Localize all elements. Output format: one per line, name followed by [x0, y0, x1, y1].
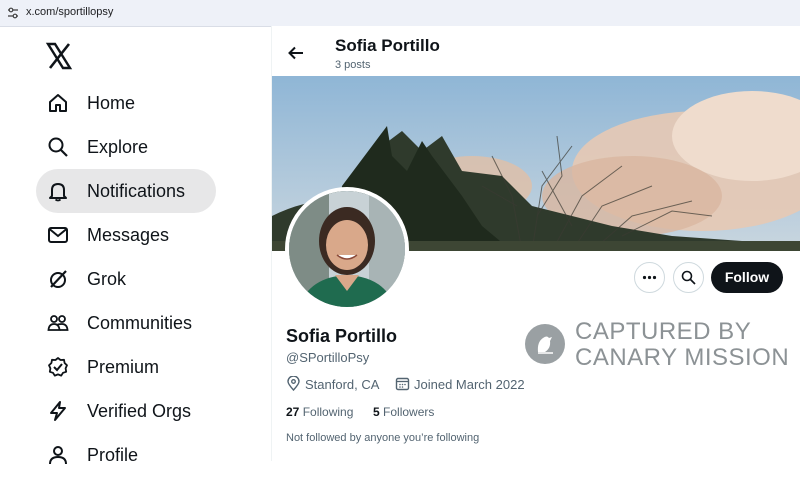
x-logo-icon[interactable] — [44, 41, 74, 71]
sidebar-item-communities[interactable]: Communities — [36, 301, 216, 345]
sidebar-item-label: Communities — [87, 313, 193, 333]
search-icon — [681, 270, 696, 285]
verified-badge-icon — [48, 357, 68, 377]
sidebar-item-verified-orgs[interactable]: Verified Orgs — [36, 389, 216, 433]
search-profile-button[interactable] — [673, 262, 704, 293]
watermark-line-1: CAPTURED BY — [575, 318, 752, 345]
profile-name: Sofia Portillo — [286, 326, 398, 346]
calendar-icon — [395, 377, 410, 391]
back-arrow-icon[interactable] — [286, 43, 306, 63]
sidebar-item-notifications[interactable]: Notifications — [36, 169, 216, 213]
watermark-line-2: CANARY MISSION — [575, 344, 790, 371]
more-dots-icon — [642, 275, 657, 280]
sidebar: Home Explore Notifications Messages Grok… — [0, 26, 270, 465]
joined-text: Joined March 2022 — [414, 377, 525, 392]
person-icon — [49, 446, 67, 465]
location-pin-icon — [287, 376, 300, 391]
followers-count: 5 — [373, 405, 380, 419]
grok-icon — [50, 270, 67, 288]
following-label: Following — [302, 405, 354, 419]
sidebar-item-label: Premium — [87, 357, 160, 377]
post-count: 3 posts — [335, 59, 371, 71]
watermark: CAPTURED BY CANARY MISSION — [525, 318, 790, 374]
profile-header: Sofia Portillo 3 posts — [272, 26, 800, 76]
sidebar-item-label: Profile — [87, 445, 139, 465]
lightning-icon — [50, 401, 66, 421]
bell-icon — [49, 183, 67, 202]
avatar-photo — [289, 191, 405, 307]
canary-logo-icon — [525, 324, 565, 364]
sidebar-item-grok[interactable]: Grok — [36, 257, 216, 301]
browser-address-bar[interactable]: x.com/sportillopsy — [0, 0, 800, 27]
sidebar-item-label: Explore — [87, 137, 149, 157]
url-text[interactable]: x.com/sportillopsy — [26, 6, 113, 18]
location-text: Stanford, CA — [305, 377, 380, 392]
sidebar-item-premium[interactable]: Premium — [36, 345, 216, 389]
following-count: 27 — [286, 405, 300, 419]
sidebar-item-label: Notifications — [87, 181, 186, 201]
profile-handle: @SPortilloPsy — [286, 350, 370, 365]
sidebar-item-home[interactable]: Home — [36, 81, 216, 125]
sidebar-item-profile[interactable]: Profile — [36, 433, 216, 477]
followers-link[interactable]: 5 Followers — [373, 405, 434, 419]
sidebar-item-label: Grok — [87, 269, 127, 289]
header-name: Sofia Portillo — [335, 36, 440, 55]
following-link[interactable]: 27 Following — [286, 405, 353, 419]
sidebar-item-label: Home — [87, 93, 136, 113]
envelope-icon — [48, 227, 68, 243]
sidebar-item-label: Messages — [87, 225, 170, 245]
search-icon — [48, 137, 68, 157]
home-icon — [49, 94, 67, 112]
profile-avatar[interactable] — [285, 187, 409, 311]
not-followed-notice: Not followed by anyone you’re following — [286, 432, 480, 444]
follow-button[interactable]: Follow — [711, 262, 783, 293]
sidebar-item-explore[interactable]: Explore — [36, 125, 216, 169]
followers-label: Followers — [383, 405, 435, 419]
sidebar-item-messages[interactable]: Messages — [36, 213, 216, 257]
site-settings-icon[interactable] — [6, 6, 20, 20]
communities-icon — [47, 315, 69, 331]
sidebar-item-label: Verified Orgs — [87, 401, 192, 421]
more-options-button[interactable] — [634, 262, 665, 293]
